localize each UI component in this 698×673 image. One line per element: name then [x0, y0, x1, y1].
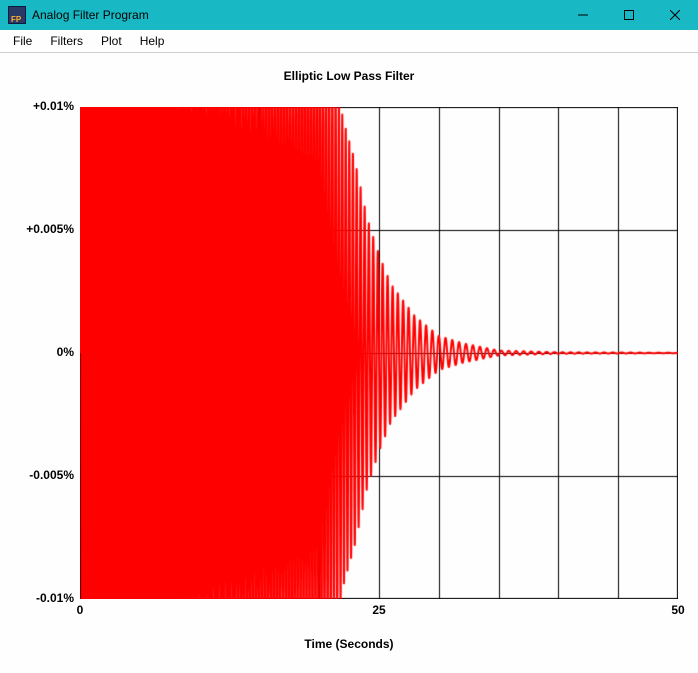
close-icon: [670, 10, 680, 20]
window-title: Analog Filter Program: [32, 8, 149, 22]
title-bar: Analog Filter Program: [0, 0, 698, 30]
y-tick-label: -0.01%: [4, 591, 74, 605]
menu-bar: File Filters Plot Help: [0, 30, 698, 53]
close-button[interactable]: [652, 0, 698, 30]
chart-title: Elliptic Low Pass Filter: [0, 69, 698, 83]
chart-canvas: [80, 107, 678, 599]
plot-container: Elliptic Low Pass Filter Time (Seconds) …: [0, 53, 698, 673]
minimize-button[interactable]: [560, 0, 606, 30]
x-axis-label: Time (Seconds): [0, 637, 698, 651]
menu-filters[interactable]: Filters: [41, 32, 92, 50]
menu-file[interactable]: File: [4, 32, 41, 50]
x-tick-label: 25: [372, 603, 385, 617]
y-tick-label: +0.005%: [4, 222, 74, 236]
x-tick-label: 50: [671, 603, 684, 617]
window-controls: [560, 0, 698, 30]
y-tick-label: 0%: [4, 345, 74, 359]
app-icon: [8, 6, 26, 24]
minimize-icon: [578, 10, 588, 20]
x-tick-label: 0: [77, 603, 84, 617]
menu-help[interactable]: Help: [131, 32, 174, 50]
y-tick-label: +0.01%: [4, 99, 74, 113]
y-tick-label: -0.005%: [4, 468, 74, 482]
menu-plot[interactable]: Plot: [92, 32, 131, 50]
maximize-icon: [624, 10, 634, 20]
maximize-button[interactable]: [606, 0, 652, 30]
